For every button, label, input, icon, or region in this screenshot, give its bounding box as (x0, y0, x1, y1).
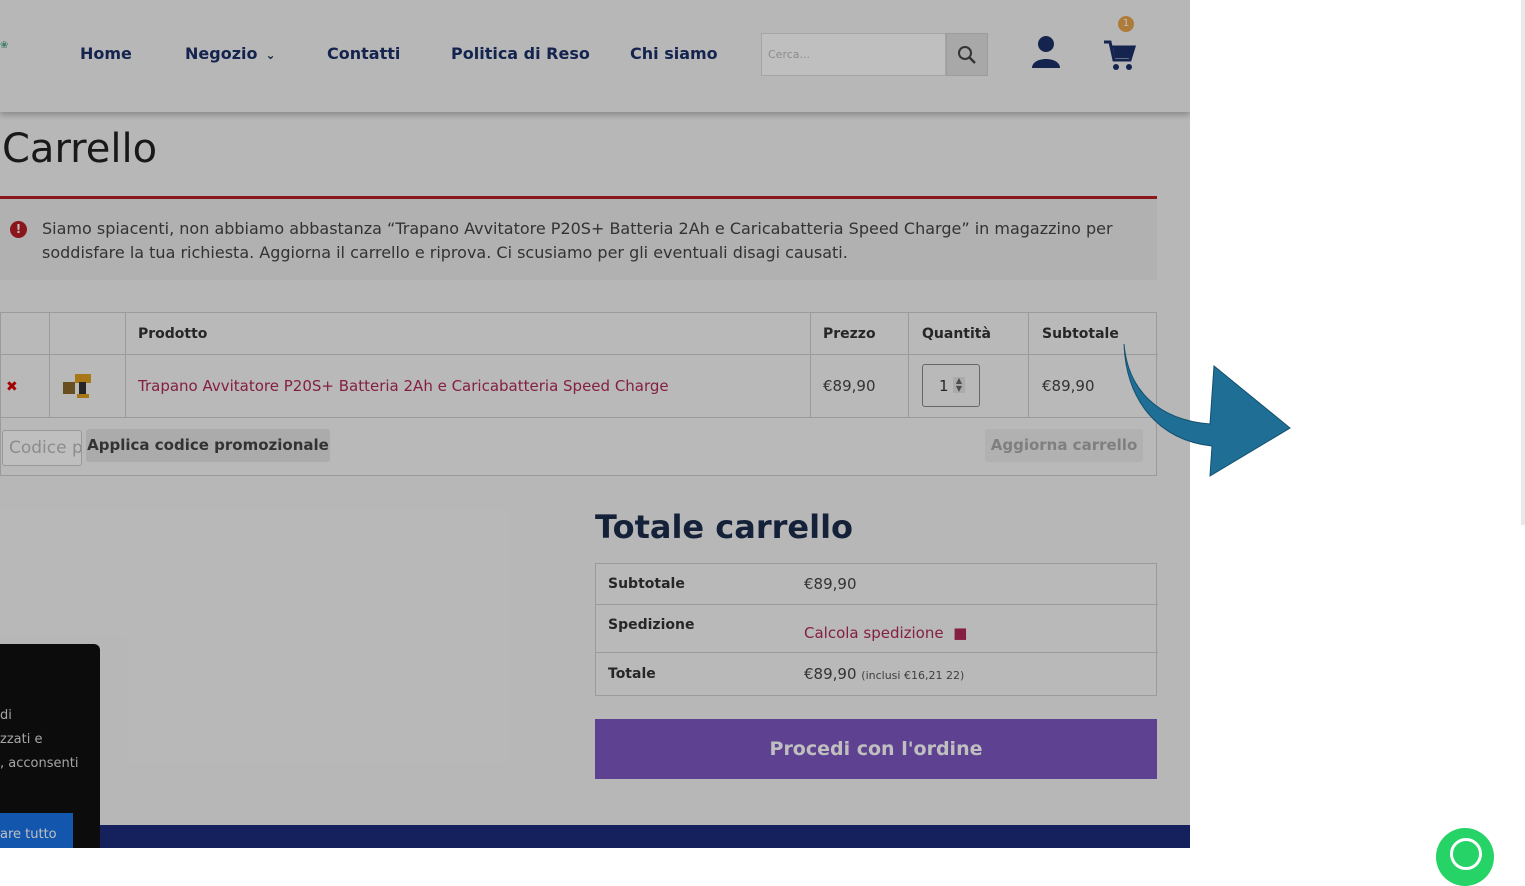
subtotal-value: €89,90 (804, 575, 857, 593)
product-thumbnail[interactable] (61, 368, 95, 400)
cookie-line: , acconsenti (0, 756, 79, 771)
total-value: €89,90 (804, 665, 857, 683)
cart-totals-title: Totale carrello (595, 508, 854, 546)
checkout-button[interactable]: Procedi con l'ordine (595, 719, 1157, 779)
spinner-arrows-icon[interactable]: ▲ ▼ (953, 377, 965, 393)
cart-count-badge: 1 (1118, 16, 1134, 32)
divider (49, 313, 50, 418)
nav-chi-siamo[interactable]: Chi siamo (630, 44, 718, 63)
chevron-down-icon: ⌄ (265, 48, 276, 62)
divider (125, 313, 126, 418)
nav-negozio[interactable]: Negozio ⌄ (185, 44, 276, 63)
divider (1028, 313, 1029, 418)
site-header: ❀ Home Negozio ⌄ Contatti Politica di Res… (0, 0, 1190, 112)
quantity-stepper[interactable]: 1 ▲ ▼ (922, 364, 980, 407)
apply-coupon-button[interactable]: Applica codice promozionale (86, 429, 330, 462)
search-input[interactable]: Cerca... (761, 33, 946, 76)
nav-politica-reso[interactable]: Politica di Reso (451, 44, 590, 63)
error-message: Siamo spiacenti, non abbiamo abbastanza … (42, 219, 1113, 262)
tax-note: (inclusi €16,21 22) (861, 669, 965, 682)
accept-all-cookies-button[interactable]: are tutto (0, 813, 73, 848)
divider (596, 604, 1158, 605)
shipping-label: Spedizione (608, 617, 695, 633)
cookie-banner: di zzati e , acconsenti are tutto (0, 644, 100, 848)
divider (1, 417, 1158, 418)
calculate-shipping-label: Calcola spedizione (804, 624, 944, 642)
cart-table: Prodotto Prezzo Quantità Subtotale ✖ Tra… (0, 312, 1158, 476)
nav-negozio-label: Negozio (185, 44, 258, 63)
cookie-text: di zzati e , acconsenti (0, 704, 95, 776)
shop-page: ❀ Home Negozio ⌄ Contatti Politica di Res… (0, 0, 1190, 848)
cart-totals-table: Subtotale €89,90 Spedizione Calcola sped… (595, 563, 1158, 696)
column-header-product: Prodotto (138, 326, 208, 342)
coupon-input[interactable]: Codice promozionale (2, 430, 82, 466)
cookie-line: zzati e (0, 732, 43, 747)
divider (596, 652, 1158, 653)
search-icon (958, 45, 976, 64)
calculate-shipping-link[interactable]: Calcola spedizione ■ (804, 624, 967, 642)
quantity-value: 1 (939, 377, 949, 395)
subtotal-label: Subtotale (608, 576, 685, 592)
page-title: Carrello (2, 126, 158, 172)
column-header-subtotal: Subtotale (1042, 326, 1119, 342)
divider (1, 354, 1158, 355)
remove-item-icon[interactable]: ✖ (6, 379, 18, 395)
column-header-quantity: Quantità (922, 326, 991, 342)
product-link[interactable]: Trapano Avvitatore P20S+ Batteria 2Ah e … (138, 377, 669, 395)
stock-error-notice: ! Siamo spiacenti, non abbiamo abbastanz… (0, 196, 1157, 280)
search-button[interactable] (946, 33, 988, 76)
divider (810, 313, 811, 418)
cart-icon[interactable] (1102, 38, 1136, 72)
divider (908, 313, 909, 418)
item-price: €89,90 (823, 377, 876, 395)
nav-home[interactable]: Home (80, 44, 132, 63)
column-header-price: Prezzo (823, 326, 876, 342)
whatsapp-glyph (1450, 838, 1482, 870)
total-value-wrap: €89,90 (inclusi €16,21 22) (804, 665, 964, 683)
user-account-icon[interactable] (1030, 34, 1062, 70)
scrollbar[interactable] (1521, 0, 1525, 525)
whatsapp-chat-icon[interactable] (1436, 828, 1494, 886)
footer-bar (0, 825, 1190, 848)
logo-fragment[interactable]: ❀ (0, 40, 8, 52)
truck-icon: ■ (948, 624, 968, 642)
total-label: Totale (608, 666, 656, 682)
cookie-line: di (0, 708, 12, 723)
nav-contatti[interactable]: Contatti (327, 44, 400, 63)
curved-arrow-icon (1123, 343, 1291, 477)
error-icon: ! (10, 221, 27, 238)
item-subtotal: €89,90 (1042, 377, 1095, 395)
